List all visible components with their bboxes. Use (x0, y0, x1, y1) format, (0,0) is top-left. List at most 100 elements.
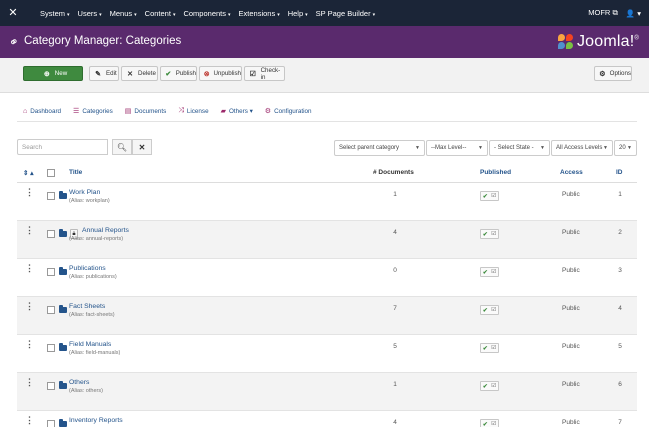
tab-license[interactable]: ⤨ License (172, 103, 214, 119)
drag-handle-icon[interactable]: ⋮ (25, 264, 34, 273)
published-column-header[interactable]: Published (480, 169, 511, 176)
drag-handle-icon[interactable]: ⋮ (25, 188, 34, 197)
tab-configuration[interactable]: ⚙ Configuration (259, 103, 318, 119)
published-toggle[interactable]: ✔ ☑ (480, 381, 499, 391)
unpublish-button[interactable]: ⊗ Unpublish (199, 66, 242, 81)
max-level-select[interactable]: --Max Level-- ▼ (426, 140, 488, 156)
category-id: 7 (618, 419, 622, 426)
drag-handle-icon[interactable]: ⋮ (25, 302, 34, 311)
tab-documents[interactable]: ▤ Documents (119, 103, 172, 119)
search-input[interactable]: Search (17, 139, 108, 155)
parent-category-select[interactable]: Select parent category ▼ (334, 140, 425, 156)
row-checkbox[interactable] (47, 230, 55, 238)
tab-categories[interactable]: ☰ Categories (67, 103, 119, 119)
joomla-icon[interactable]: ✕ (7, 6, 19, 19)
menu-help[interactable]: Help ▾ (288, 9, 308, 18)
title-column-header[interactable]: Title (69, 169, 82, 176)
category-title-link[interactable]: Work Plan (69, 189, 100, 196)
checkmark-icon: ✔ (482, 269, 488, 276)
published-toggle[interactable]: ✔ ☑ (480, 191, 499, 201)
row-checkbox[interactable] (47, 268, 55, 276)
menu-system[interactable]: System ▾ (40, 9, 70, 18)
joomla-wordmark: Joomla!® (576, 33, 639, 50)
documents-column-header: # Documents (373, 169, 414, 176)
menu-sp-page-builder[interactable]: SP Page Builder ▾ (316, 9, 375, 18)
user-menu[interactable]: 👤 ▾ (626, 9, 641, 18)
published-toggle[interactable]: ✔ ☑ (480, 229, 499, 239)
table-row: ⋮ 🔒︎ Annual Reports (Alias: annual-repor… (17, 221, 637, 259)
close-icon: ✕ (138, 142, 146, 152)
category-alias: (Alias: workplan) (69, 198, 110, 204)
new-button[interactable]: ⊕ New (23, 66, 83, 81)
id-column-header[interactable]: ID (616, 169, 623, 176)
published-toggle[interactable]: ✔ ☑ (480, 267, 499, 277)
user-icon: 👤 (625, 8, 636, 18)
edit-button[interactable]: ✎ Edit (89, 66, 119, 81)
category-title-link[interactable]: Inventory Reports (69, 417, 123, 424)
chevron-down-icon: ▼ (603, 145, 608, 151)
document-count: 1 (393, 381, 397, 388)
search-icon: 🔍︎ (116, 142, 128, 152)
drag-handle-icon[interactable]: ⋮ (25, 416, 34, 425)
table-row: ⋮ Others (Alias: others) 1 ✔ ☑ Public 6 (17, 373, 637, 411)
edit-icon: ☑ (491, 193, 497, 199)
published-toggle[interactable]: ✔ ☑ (480, 343, 499, 353)
category-title-link[interactable]: Fact Sheets (69, 303, 105, 310)
edit-icon: ☑ (491, 345, 497, 351)
delete-button[interactable]: ✕ Delete (121, 66, 158, 81)
site-link[interactable]: MOFR ⧉ (588, 8, 618, 18)
document-count: 4 (393, 419, 397, 426)
menu-components[interactable]: Components ▾ (183, 9, 230, 18)
category-id: 2 (618, 229, 622, 236)
ordering-sort-header[interactable]: ⇕ ▴ (23, 169, 34, 177)
tab-dashboard[interactable]: ⌂ Dashboard (17, 103, 67, 119)
home-icon: ⌂ (23, 107, 28, 115)
menu-content[interactable]: Content ▾ (145, 9, 176, 18)
checkin-button[interactable]: ☑ Check-in (244, 66, 285, 81)
clear-search-button[interactable]: ✕ (132, 139, 152, 155)
edit-icon: ✎ (95, 70, 101, 78)
category-title-link[interactable]: Field Manuals (69, 341, 111, 348)
document-count: 5 (393, 343, 397, 350)
row-checkbox[interactable] (47, 192, 55, 200)
row-checkbox[interactable] (47, 344, 55, 352)
chevron-down-icon: ▼ (627, 145, 632, 151)
published-toggle[interactable]: ✔ ☑ (480, 419, 499, 427)
menu-menus[interactable]: Menus ▾ (110, 9, 137, 18)
link-icon: ⚭ (6, 33, 22, 51)
folder-icon (59, 343, 67, 351)
row-checkbox[interactable] (47, 420, 55, 427)
tab-others[interactable]: ▰ Others ▾ (215, 103, 259, 119)
edit-icon: ☑ (491, 421, 497, 427)
list-limit-select[interactable]: 20 ▼ (614, 140, 637, 156)
row-checkbox[interactable] (47, 382, 55, 390)
state-select[interactable]: - Select State - ▼ (489, 140, 550, 156)
options-button[interactable]: ⚙ Options (594, 66, 632, 81)
category-title-link[interactable]: Publications (69, 265, 106, 272)
access-level: Public (562, 381, 580, 388)
table-header: ⇕ ▴ Title # Documents Published Access I… (17, 163, 637, 183)
checkmark-icon: ✔ (482, 383, 488, 390)
document-count: 4 (393, 229, 397, 236)
row-checkbox[interactable] (47, 306, 55, 314)
component-tabs: ⌂ Dashboard ☰ Categories ▤ Documents ⤨ Licen… (17, 103, 318, 119)
publish-button[interactable]: ✔ Publish (160, 66, 197, 81)
drag-handle-icon[interactable]: ⋮ (25, 226, 34, 235)
access-column-header[interactable]: Access (560, 169, 583, 176)
menu-users[interactable]: Users ▾ (78, 9, 102, 18)
menu-extensions[interactable]: Extensions ▾ (239, 9, 280, 18)
main-menu: System ▾ Users ▾ Menus ▾ Content ▾ Component… (40, 0, 375, 26)
category-id: 3 (618, 267, 622, 274)
drag-handle-icon[interactable]: ⋮ (25, 378, 34, 387)
search-button[interactable]: 🔍︎ (112, 139, 132, 155)
checkbox-checked-icon: ☑ (249, 70, 256, 78)
check-all-checkbox[interactable] (47, 169, 55, 177)
category-alias: (Alias: annual-reports) (69, 236, 124, 242)
access-level-select[interactable]: All Access Levels ▼ (551, 140, 613, 156)
checkmark-icon: ✔ (482, 231, 488, 238)
drag-handle-icon[interactable]: ⋮ (25, 340, 34, 349)
category-title-link[interactable]: Annual Reports (82, 227, 129, 234)
category-title-link[interactable]: Others (69, 379, 89, 386)
folder-icon: ▰ (220, 108, 226, 115)
published-toggle[interactable]: ✔ ☑ (480, 305, 499, 315)
